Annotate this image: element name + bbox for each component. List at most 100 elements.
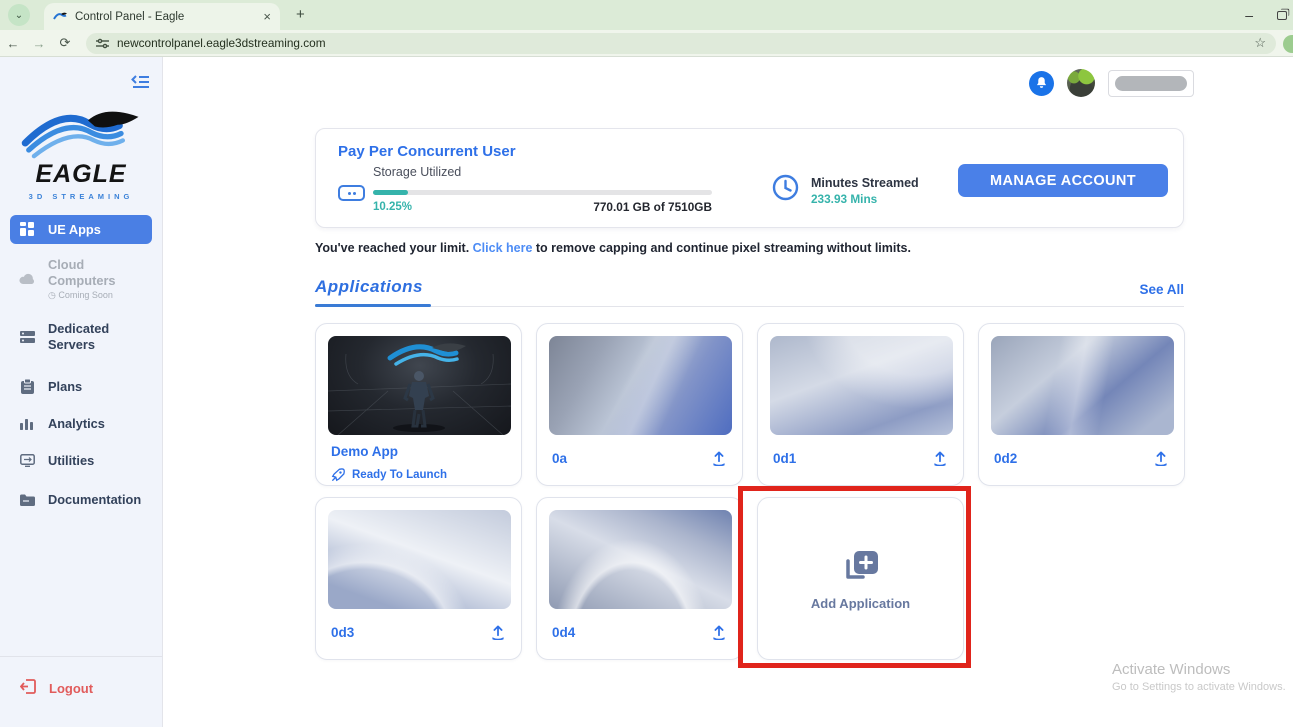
upload-icon[interactable]	[711, 624, 727, 640]
app-thumbnail	[991, 336, 1174, 435]
monitor-icon	[18, 454, 36, 468]
limit-notice-suffix: to remove capping and continue pixel str…	[532, 241, 911, 255]
clipboard-icon	[18, 379, 36, 395]
sidebar: EAGLE 3D STREAMING UE Apps Cloud Compute…	[0, 57, 163, 727]
server-icon	[18, 330, 36, 344]
tab-close-icon[interactable]: ×	[263, 10, 271, 23]
sidebar-item-label: UE Apps	[48, 222, 101, 237]
app-card-demo[interactable]: Demo App Ready To Launch	[315, 323, 522, 486]
app-name: 0d1	[773, 450, 797, 466]
sidebar-item-label: Documentation	[48, 492, 142, 508]
sidebar-item-dedicated-servers[interactable]: Dedicated Servers	[10, 314, 152, 360]
topbar	[1029, 69, 1194, 97]
forward-icon[interactable]: →	[26, 36, 52, 51]
manage-account-button[interactable]: MANAGE ACCOUNT	[958, 164, 1168, 197]
minutes-streamed-value: 233.93 Mins	[811, 192, 878, 206]
upload-icon[interactable]	[932, 450, 948, 466]
sidebar-item-documentation[interactable]: Documentation	[10, 485, 152, 514]
divider	[315, 306, 1184, 307]
annotation-highlight-box	[738, 486, 971, 668]
sidebar-item-label: Cloud Computers	[48, 257, 116, 288]
bookmark-star-icon[interactable]: ☆	[1254, 35, 1266, 51]
window-controls: –	[1245, 0, 1293, 30]
sidebar-footer: Logout	[0, 656, 162, 727]
username-redacted	[1115, 75, 1187, 91]
back-icon[interactable]: ←	[0, 36, 26, 51]
storage-progress-bar	[373, 190, 712, 195]
rocket-icon	[331, 468, 345, 482]
see-all-link[interactable]: See All	[1139, 282, 1184, 297]
app-name: 0d3	[331, 624, 355, 640]
sidebar-item-label: Utilities	[48, 453, 95, 469]
activate-windows-watermark: Activate Windows Go to Settings to activ…	[1112, 661, 1286, 693]
grid-icon	[18, 222, 36, 237]
brand-name: EAGLE	[35, 160, 127, 188]
folder-icon	[18, 494, 36, 506]
sidebar-item-analytics[interactable]: Analytics	[10, 409, 152, 438]
app-thumbnail	[549, 510, 732, 609]
app-name: 0d4	[552, 624, 576, 640]
app-card-0d1[interactable]: 0d1	[757, 323, 964, 486]
sidebar-collapse-icon[interactable]	[131, 74, 150, 94]
logout-icon	[19, 679, 36, 697]
url-text: newcontrolpanel.eagle3dstreaming.com	[117, 36, 326, 50]
logout-button[interactable]: Logout	[19, 679, 162, 697]
tab-favicon-eagle-icon	[53, 12, 67, 20]
minutes-streamed-label: Minutes Streamed	[811, 176, 919, 190]
site-settings-icon[interactable]	[96, 38, 109, 49]
billing-summary-card: Pay Per Concurrent User Storage Utilized…	[315, 128, 1184, 228]
limit-notice-prefix: You've reached your limit.	[315, 241, 473, 255]
brand-logo: EAGLE 3D STREAMING	[0, 101, 162, 201]
applications-header: Applications See All	[315, 277, 1184, 307]
storage-percent: 10.25%	[373, 201, 413, 213]
cloud-icon	[18, 273, 36, 285]
browser-tabstrip: ⌄ Control Panel - Eagle × + –	[0, 0, 1293, 30]
brand-tagline: 3D STREAMING	[28, 192, 134, 201]
upload-icon[interactable]	[1153, 450, 1169, 466]
sidebar-item-plans[interactable]: Plans	[10, 372, 152, 401]
tab-search-button[interactable]: ⌄	[8, 4, 30, 26]
upload-icon[interactable]	[490, 624, 506, 640]
upload-icon[interactable]	[711, 450, 727, 466]
window-maximize-button[interactable]	[1277, 10, 1287, 20]
watermark-line1: Activate Windows	[1112, 661, 1231, 678]
remove-capping-link[interactable]: Click here	[473, 241, 533, 255]
notifications-button[interactable]	[1029, 70, 1054, 96]
username-box[interactable]	[1108, 69, 1194, 97]
limit-notice: You've reached your limit. Click here to…	[315, 241, 911, 255]
sidebar-menu: UE Apps Cloud Computers ◷ Coming Soon De…	[0, 215, 162, 514]
screen: ⌄ Control Panel - Eagle × + – ← → ⟳ newc…	[0, 0, 1293, 727]
plan-title: Pay Per Concurrent User	[338, 143, 516, 160]
sidebar-item-label: Dedicated Servers	[48, 321, 110, 353]
user-avatar[interactable]	[1067, 69, 1095, 97]
browser-urlbar: ← → ⟳ newcontrolpanel.eagle3dstreaming.c…	[0, 30, 1293, 57]
url-field[interactable]: newcontrolpanel.eagle3dstreaming.com ☆	[86, 32, 1276, 54]
app-card-0d4[interactable]: 0d4	[536, 497, 743, 660]
logout-label: Logout	[49, 680, 94, 696]
sidebar-item-utilities[interactable]: Utilities	[10, 446, 152, 475]
coming-soon-badge: ◷ Coming Soon	[48, 289, 113, 300]
sidebar-item-ue-apps[interactable]: UE Apps	[10, 215, 152, 244]
app-card-0a[interactable]: 0a	[536, 323, 743, 486]
app-card-0d3[interactable]: 0d3	[315, 497, 522, 660]
bell-icon	[1036, 77, 1047, 88]
storage-icon	[338, 185, 365, 201]
storage-detail: 770.01 GB of 7510GB	[593, 200, 712, 214]
sidebar-item-cloud-computers[interactable]: Cloud Computers ◷ Coming Soon	[10, 250, 152, 308]
eagle-logo-icon	[21, 111, 139, 159]
storage-progress-fill	[373, 190, 408, 195]
main-content: Pay Per Concurrent User Storage Utilized…	[163, 57, 1293, 727]
reload-icon[interactable]: ⟳	[52, 35, 78, 51]
app-status: Ready To Launch	[328, 468, 509, 482]
app-card-0d2[interactable]: 0d2	[978, 323, 1185, 486]
window-minimize-button[interactable]: –	[1245, 7, 1253, 23]
new-tab-button[interactable]: +	[296, 6, 305, 23]
app-status-text: Ready To Launch	[352, 469, 447, 481]
sidebar-item-label: Analytics	[48, 416, 105, 432]
watermark-line2: Go to Settings to activate Windows.	[1112, 681, 1286, 693]
app-thumbnail	[549, 336, 732, 435]
app-thumbnail	[328, 336, 511, 435]
app-thumbnail	[770, 336, 953, 435]
browser-tab[interactable]: Control Panel - Eagle ×	[44, 3, 280, 30]
bar-chart-icon	[18, 417, 36, 431]
